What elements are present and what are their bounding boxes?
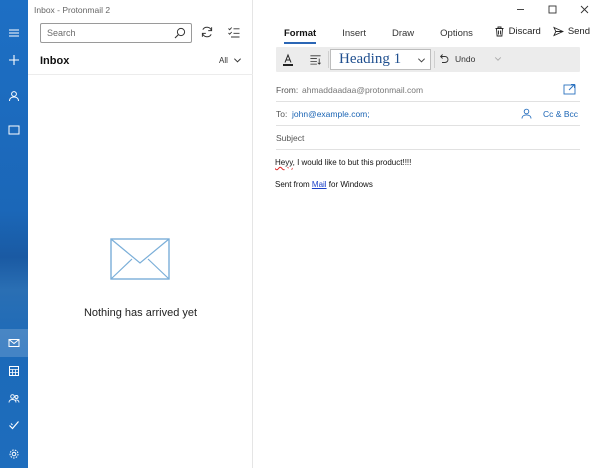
accounts-button[interactable] bbox=[0, 82, 28, 110]
trash-icon bbox=[495, 26, 504, 37]
plus-icon bbox=[9, 55, 19, 65]
undo-button[interactable]: Undo bbox=[438, 53, 475, 64]
body-line-1[interactable]: Heyy, I would like to but this product!!… bbox=[275, 158, 411, 167]
people-button[interactable] bbox=[0, 384, 28, 412]
calendar-button[interactable] bbox=[0, 357, 28, 385]
close-button[interactable] bbox=[568, 0, 600, 18]
signature-prefix: Sent from bbox=[275, 180, 312, 189]
subject-placeholder: Subject bbox=[276, 133, 305, 143]
todo-icon bbox=[9, 421, 19, 430]
font-color-icon bbox=[283, 53, 293, 66]
send-button[interactable]: Send bbox=[552, 26, 590, 37]
menu-button[interactable] bbox=[0, 19, 28, 47]
search-placeholder: Search bbox=[47, 28, 76, 38]
signature-suffix: for Windows bbox=[326, 180, 373, 189]
subject-field[interactable]: Subject bbox=[276, 126, 580, 150]
tab-options[interactable]: Options bbox=[440, 28, 473, 43]
mail-link[interactable]: Mail bbox=[312, 180, 327, 189]
maximize-icon bbox=[548, 5, 556, 13]
close-icon bbox=[580, 5, 588, 13]
body-text: , I would like to but this product!!!! bbox=[292, 158, 412, 167]
to-label: To: bbox=[276, 109, 288, 119]
new-mail-button[interactable] bbox=[0, 46, 28, 74]
discard-button[interactable]: Discard bbox=[494, 26, 541, 37]
send-icon bbox=[552, 26, 564, 37]
paragraph-format-button[interactable] bbox=[304, 47, 326, 72]
message-list-pane: Inbox - Protonmail 2 Search Inbox All No… bbox=[28, 0, 253, 468]
undo-icon bbox=[439, 54, 449, 63]
minimize-button[interactable] bbox=[504, 0, 536, 18]
mail-icon bbox=[8, 339, 20, 347]
filter-label: All bbox=[219, 56, 228, 65]
tab-insert[interactable]: Insert bbox=[342, 28, 366, 43]
folder-title: Inbox bbox=[40, 55, 70, 67]
people-icon bbox=[8, 394, 20, 403]
chevron-down-icon bbox=[417, 58, 426, 63]
empty-state-message: Nothing has arrived yet bbox=[83, 307, 198, 319]
from-field[interactable]: From: ahmaddaadaa@protonmail.com bbox=[276, 78, 580, 102]
window-controls bbox=[504, 0, 600, 18]
undo-label: Undo bbox=[455, 53, 476, 64]
signature-line: Sent from Mail for Windows bbox=[275, 180, 373, 189]
search-icon[interactable] bbox=[174, 27, 186, 39]
minimize-icon bbox=[516, 8, 524, 10]
paragraph-format-icon bbox=[309, 55, 321, 65]
list-divider bbox=[28, 74, 253, 75]
chevron-down-icon[interactable] bbox=[494, 55, 502, 63]
compose-actions: Discard Send bbox=[494, 26, 590, 37]
folder-icon bbox=[8, 125, 20, 135]
person-icon[interactable] bbox=[521, 108, 532, 119]
toolbar-separator bbox=[434, 51, 435, 68]
hamburger-icon bbox=[9, 29, 19, 37]
to-recipient[interactable]: john@example.com; bbox=[292, 109, 370, 119]
from-label: From: bbox=[276, 85, 299, 95]
popout-icon[interactable] bbox=[563, 83, 576, 95]
format-toolbar: Heading 1 Undo bbox=[276, 47, 580, 72]
to-field[interactable]: To: john@example.com; Cc & Bcc bbox=[276, 102, 580, 126]
tab-format[interactable]: Format bbox=[284, 28, 317, 44]
style-value: Heading 1 bbox=[339, 51, 402, 67]
calendar-icon bbox=[9, 366, 19, 376]
discard-label: Discard bbox=[508, 26, 541, 37]
send-label: Send bbox=[567, 26, 590, 37]
search-input[interactable]: Search bbox=[40, 23, 192, 43]
maximize-button[interactable] bbox=[536, 0, 568, 18]
person-icon bbox=[9, 91, 19, 102]
misspelled-word: Heyy bbox=[275, 158, 293, 167]
style-dropdown[interactable]: Heading 1 bbox=[330, 49, 431, 70]
todo-button[interactable] bbox=[0, 411, 28, 439]
font-color-button[interactable] bbox=[276, 47, 300, 72]
empty-inbox-envelope-icon bbox=[110, 238, 170, 280]
sync-icon[interactable] bbox=[200, 25, 214, 39]
mail-button[interactable] bbox=[0, 329, 28, 357]
from-address[interactable]: ahmaddaadaa@protonmail.com bbox=[302, 85, 423, 95]
chevron-down-icon bbox=[233, 58, 241, 63]
folders-button[interactable] bbox=[0, 116, 28, 144]
filter-dropdown[interactable]: All bbox=[219, 56, 242, 65]
settings-button[interactable] bbox=[0, 440, 28, 468]
toolbar-separator bbox=[328, 51, 329, 68]
settings-icon bbox=[9, 449, 19, 459]
select-mode-icon[interactable] bbox=[227, 25, 241, 39]
ribbon-tabs: Format Insert Draw Options bbox=[284, 28, 499, 44]
cc-bcc-link[interactable]: Cc & Bcc bbox=[543, 109, 578, 119]
compose-pane: Format Insert Draw Options Discard Send … bbox=[254, 0, 600, 468]
window-title: Inbox - Protonmail 2 bbox=[34, 5, 111, 15]
navigation-rail bbox=[0, 0, 28, 468]
tab-draw[interactable]: Draw bbox=[392, 28, 414, 43]
